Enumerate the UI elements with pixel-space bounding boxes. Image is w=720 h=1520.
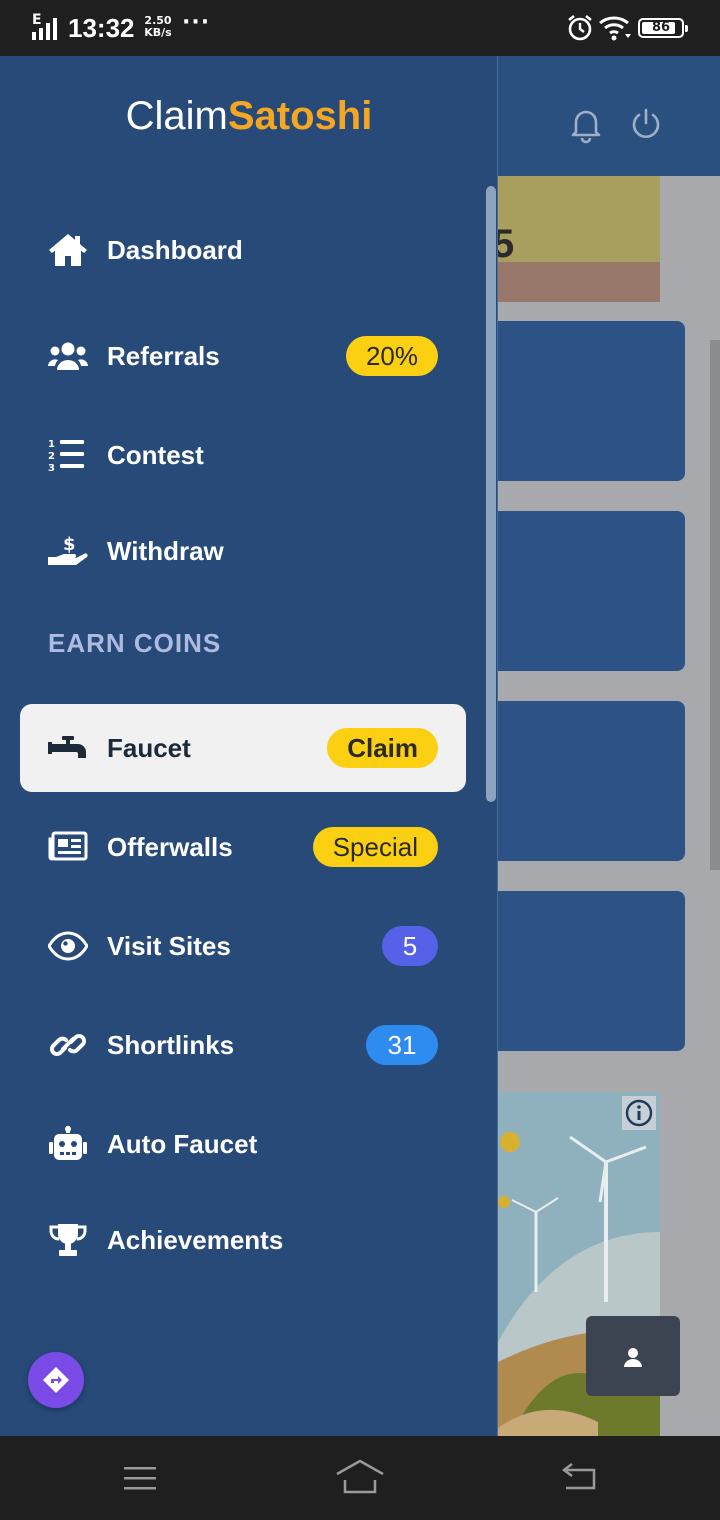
- nav-item-shortlinks[interactable]: Shortlinks 31: [20, 1001, 466, 1089]
- system-navigation-bar: [0, 1436, 720, 1520]
- claim-badge: Claim: [327, 728, 438, 768]
- nav-label: Visit Sites: [107, 931, 231, 961]
- nav-item-faucet[interactable]: Faucet Claim: [20, 704, 466, 792]
- eye-icon: [48, 928, 88, 964]
- battery-level: 86: [651, 20, 671, 35]
- home-icon: [48, 232, 88, 268]
- nav-item-achievements[interactable]: Achievements: [20, 1196, 466, 1284]
- nav-label: Auto Faucet: [107, 1129, 258, 1159]
- svg-text:1: 1: [48, 439, 55, 450]
- signal-icon: E: [30, 12, 60, 40]
- brand-satoshi: Satoshi: [227, 94, 373, 138]
- app-card: [498, 891, 685, 1051]
- nav-label: Offerwalls: [107, 832, 233, 862]
- wifi-icon: [598, 14, 632, 42]
- shortlinks-count-badge: 31: [366, 1025, 438, 1065]
- nav-label: Contest: [107, 440, 204, 470]
- nav-item-offerwalls[interactable]: Offerwalls Special: [20, 803, 466, 891]
- battery-icon: 86: [638, 18, 688, 38]
- robot-icon: [48, 1126, 88, 1162]
- clock: 13:32: [68, 13, 135, 43]
- special-badge: Special: [312, 827, 438, 867]
- nav-label: Shortlinks: [107, 1030, 235, 1060]
- svg-text:2: 2: [48, 451, 55, 462]
- page-scrollbar[interactable]: [710, 340, 720, 870]
- app-banner: 5: [498, 176, 660, 302]
- nav-item-withdraw[interactable]: $ Withdraw: [20, 507, 466, 595]
- notification-bell-icon[interactable]: [566, 104, 606, 144]
- user-icon: [624, 1348, 642, 1367]
- nav-label: Dashboard: [107, 235, 243, 265]
- back-icon[interactable]: [558, 1460, 600, 1496]
- home-button-icon[interactable]: [334, 1458, 386, 1496]
- more-notifications-icon: ···: [182, 10, 211, 35]
- referral-rate-badge: 20%: [345, 336, 438, 376]
- nav-item-auto-faucet[interactable]: Auto Faucet: [20, 1100, 466, 1188]
- visit-sites-count-badge: 5: [382, 926, 438, 966]
- assistant-button[interactable]: [28, 1352, 84, 1408]
- app-card: [498, 511, 685, 671]
- nav-label: Withdraw: [107, 536, 224, 566]
- section-title-earn-coins: EARN COINS: [48, 628, 222, 658]
- nav-item-referrals[interactable]: Referrals 20%: [20, 312, 466, 400]
- nav-item-dashboard[interactable]: Dashboard: [20, 206, 466, 294]
- power-icon[interactable]: [628, 106, 664, 142]
- nav-label: Referrals: [107, 341, 220, 371]
- trophy-icon: [48, 1222, 88, 1258]
- network-type: E: [32, 12, 42, 28]
- faucet-icon: [48, 730, 88, 766]
- menu-icon[interactable]: [122, 1464, 158, 1492]
- nav-label: Faucet: [107, 733, 191, 763]
- nav-item-visit-sites[interactable]: Visit Sites 5: [20, 902, 466, 990]
- nav-item-contest[interactable]: 123 Contest: [20, 411, 466, 499]
- newspaper-icon: [48, 829, 88, 865]
- brand-claim: Claim: [125, 94, 228, 138]
- navigation-drawer: ClaimSatoshi Dashboard Referrals 20% 123…: [0, 56, 498, 1436]
- speed-unit: KB/s: [144, 26, 172, 39]
- drawer-scrollbar[interactable]: [486, 186, 496, 802]
- users-icon: [48, 338, 88, 374]
- network-speed: 2.50 KB/s: [143, 15, 173, 39]
- hand-dollar-icon: $: [48, 533, 88, 569]
- diamond-direction-icon: [43, 1367, 69, 1393]
- app-header: [498, 56, 720, 176]
- list-ol-icon: 123: [48, 437, 88, 473]
- alarm-icon: [566, 14, 594, 42]
- link-icon: [48, 1027, 88, 1063]
- app-card: [498, 321, 685, 481]
- profile-button[interactable]: [586, 1316, 680, 1396]
- nav-label: Achievements: [107, 1225, 284, 1255]
- status-bar: E 13:32 2.50 KB/s ··· 86: [0, 0, 720, 56]
- brand-logo[interactable]: ClaimSatoshi: [0, 94, 498, 139]
- app-card: [498, 701, 685, 861]
- phone-screen: E 13:32 2.50 KB/s ··· 86 5 ClaimSatoshi …: [0, 0, 720, 1520]
- svg-text:3: 3: [48, 463, 55, 473]
- svg-text:$: $: [63, 534, 76, 555]
- background-app: 5: [498, 56, 720, 1436]
- ad-info-icon[interactable]: [622, 1096, 656, 1130]
